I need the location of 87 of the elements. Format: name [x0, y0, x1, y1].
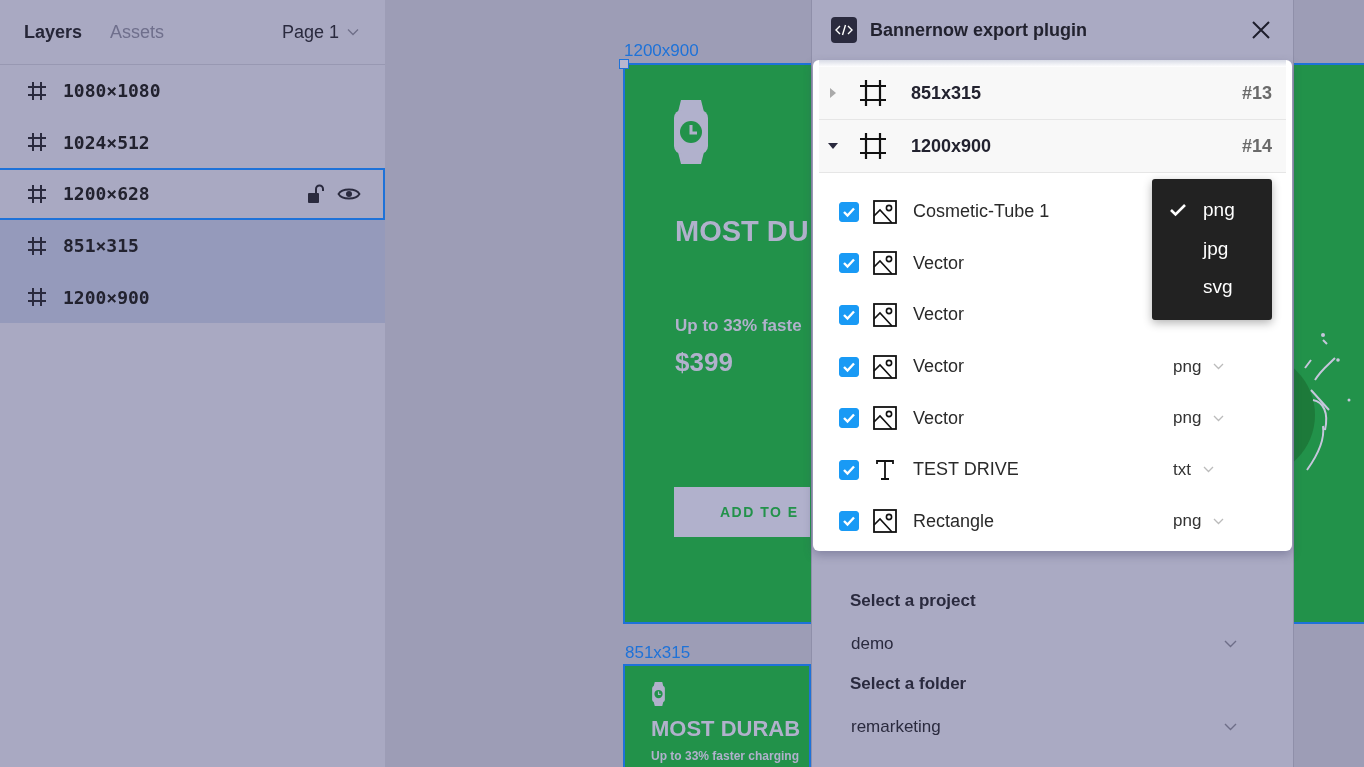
chevron-icon	[1224, 640, 1237, 648]
format-dropdown[interactable]: txt	[1173, 459, 1214, 480]
watch-icon	[652, 682, 665, 706]
field-label: Select a folder	[850, 674, 968, 695]
banner-subheading: Up to 33% faste	[675, 316, 802, 336]
frame-icon	[859, 132, 887, 160]
format-dropdown[interactable]: png	[1173, 408, 1225, 429]
frame-name: 1200x900	[911, 135, 992, 157]
frame-number: #14	[1241, 135, 1272, 157]
banner-heading: MOST DURAB	[651, 716, 801, 742]
image-icon	[873, 354, 897, 379]
layer-name: Vector	[913, 252, 965, 274]
checkbox[interactable]	[839, 459, 859, 480]
layer-name: Vector	[913, 356, 965, 378]
chevron-icon	[1224, 723, 1237, 731]
add-to-bag-button: ADD TO E	[674, 487, 810, 537]
menu-item[interactable]: jpg	[1152, 229, 1272, 268]
check-icon	[842, 515, 856, 528]
image-icon	[873, 303, 897, 327]
layer-item[interactable]: 851×315	[0, 219, 385, 272]
folder-select[interactable]: remarketing	[851, 713, 1237, 741]
code-icon	[831, 17, 857, 43]
image-icon	[873, 199, 897, 224]
chevron-icon	[1202, 466, 1214, 474]
layer-item[interactable]: 1024×512	[0, 116, 385, 169]
check-icon	[842, 412, 856, 425]
format-dropdown[interactable]: png	[1173, 511, 1225, 532]
frame-label: 1200x900	[624, 41, 699, 61]
unlock-icon[interactable]	[307, 184, 325, 204]
frame-row[interactable]: 851x315 #13	[819, 67, 1286, 120]
frame-icon	[27, 287, 47, 308]
chevron-icon	[347, 28, 359, 36]
frame-number: #13	[1241, 82, 1272, 104]
close-button[interactable]	[1251, 20, 1271, 40]
menu-item[interactable]: svg	[1152, 268, 1272, 307]
format-dropdown[interactable]: png	[1173, 356, 1225, 377]
frame-name: 851x315	[911, 82, 982, 104]
frame-row[interactable]: 1200x900 #14	[819, 120, 1286, 173]
layer-name: 851×315	[63, 235, 139, 257]
frame-icon	[27, 132, 47, 153]
layer-name: TEST DRIVE	[913, 459, 1019, 481]
layer-item[interactable]: 1200×900	[0, 271, 385, 323]
check-icon	[842, 463, 856, 476]
image-icon	[873, 251, 897, 276]
banner-subheading: Up to 33% faster charging	[651, 749, 800, 763]
layer-name: Vector	[913, 407, 965, 429]
layer-name: 1024×512	[63, 131, 150, 153]
layer-name: Rectangle	[913, 510, 995, 532]
checkbox[interactable]	[839, 253, 859, 274]
checkbox[interactable]	[839, 511, 859, 532]
layer-item[interactable]: 1080×1080	[0, 65, 385, 117]
frame-label: 851x315	[625, 643, 691, 663]
image-icon	[873, 509, 897, 534]
layer-name: 1200×628	[63, 183, 150, 205]
text-icon	[873, 457, 897, 482]
page-selector[interactable]: Page 1	[281, 21, 359, 43]
menu-item[interactable]: png	[1152, 191, 1272, 230]
chevron-icon	[1213, 517, 1225, 525]
watch-icon	[674, 100, 708, 164]
frame-icon	[27, 184, 47, 204]
check-icon	[842, 205, 856, 218]
frame-icon	[27, 80, 47, 101]
layer-item[interactable]: 1200×628	[0, 168, 385, 220]
check-icon	[842, 360, 856, 373]
resize-handle[interactable]	[619, 59, 629, 69]
banner-heading: MOST DU	[675, 215, 809, 248]
layer-name: Vector	[913, 304, 965, 326]
layer-name: Cosmetic-Tube 1	[913, 201, 1050, 223]
frame-icon	[27, 235, 47, 256]
checkbox[interactable]	[839, 305, 859, 325]
layer-name: 1200×900	[63, 286, 150, 308]
field-label: Select a project	[850, 591, 977, 612]
frame-icon	[859, 79, 887, 107]
check-icon	[842, 309, 856, 321]
window-title: Bannernow export plugin	[870, 19, 1087, 41]
banner-price: $399	[675, 347, 733, 378]
project-select[interactable]: demo	[851, 630, 1237, 658]
eye-icon[interactable]	[337, 186, 361, 202]
chevron-icon	[1213, 363, 1225, 371]
checkbox[interactable]	[839, 356, 859, 377]
image-icon	[873, 406, 897, 431]
chevron-icon	[1213, 414, 1225, 422]
checkbox[interactable]	[839, 201, 859, 222]
check-icon	[842, 257, 856, 270]
checkbox[interactable]	[839, 408, 859, 429]
layer-name: 1080×1080	[63, 80, 161, 102]
panel-tab[interactable]: Layers	[24, 21, 83, 43]
